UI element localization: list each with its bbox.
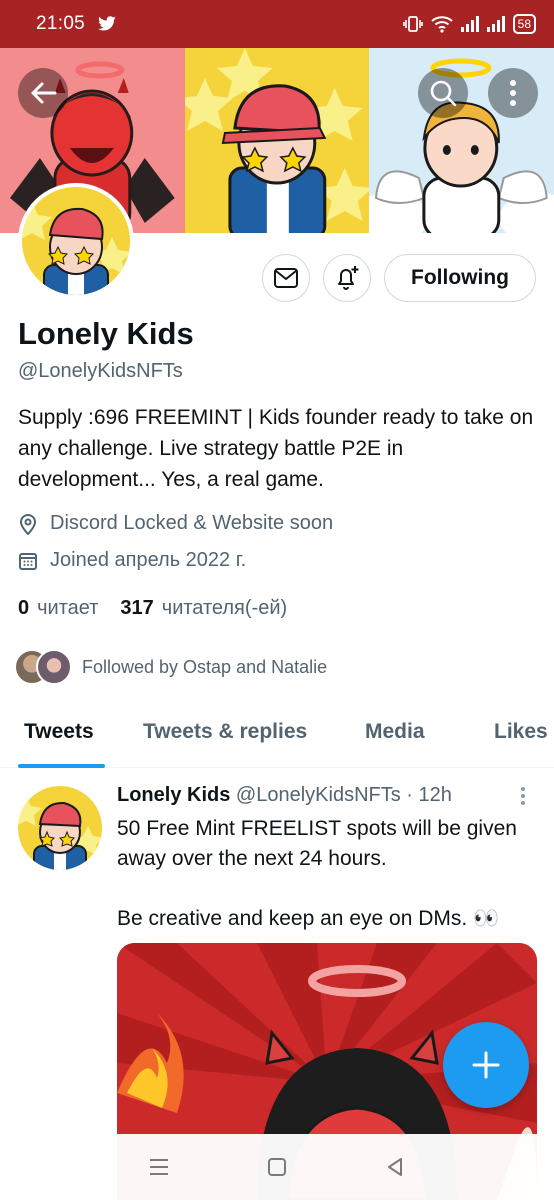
profile-name: Lonely Kids [18,316,194,351]
tweet-avatar[interactable] [18,786,102,870]
notifications-button[interactable] [323,254,371,302]
following-label: читает [37,597,99,619]
tweet-text: 50 Free Mint FREELIST spots will be give… [117,817,517,930]
tab-likes[interactable]: Likes [494,720,548,744]
twitter-icon [98,16,116,31]
following-button[interactable]: Following [384,254,536,302]
tab-media[interactable]: Media [365,720,425,744]
more-vertical-icon [510,80,516,106]
compose-tweet-button[interactable] [443,1022,529,1108]
profile-location: Discord Locked & Website soon [50,512,334,534]
arrow-left-icon [31,82,57,104]
status-bar: 21:05 58 [0,0,554,48]
tweet-separator: · [406,784,413,806]
back-triangle-icon[interactable] [384,1156,406,1178]
system-nav-bar [0,1134,554,1200]
signal-icon [486,16,505,32]
vibrate-icon [402,16,423,32]
mail-icon [274,268,298,288]
profile-bio: Supply :696 FREEMINT | Kids founder read… [18,406,534,491]
wifi-icon [430,16,453,33]
tweet-author-name[interactable]: Lonely Kids [117,784,230,806]
banner-kid-panel [184,48,370,233]
avatar [36,649,72,685]
calendar-icon [19,552,37,570]
tab-tweets-replies[interactable]: Tweets & replies [143,720,307,744]
followed-by[interactable]: Followed by Ostap and Natalie [14,649,327,685]
message-button[interactable] [262,254,310,302]
profile-tabs: Tweets Tweets & replies Media Likes [0,700,554,768]
signal-icon [460,16,479,32]
following-link[interactable]: 0 читает [18,597,98,620]
more-options-button[interactable] [488,68,538,118]
menu-icon[interactable] [148,1157,170,1177]
follow-counts: 0 читает 317 читателя(-ей) [18,597,287,620]
search-button[interactable] [418,68,468,118]
location-row: Discord Locked & Website soon [18,512,333,535]
battery-level: 58 [517,17,531,31]
battery-icon: 58 [512,14,536,34]
search-icon [430,80,457,107]
tab-tweets[interactable]: Tweets [24,720,94,744]
back-button[interactable] [18,68,68,118]
followers-label: читателя(-ей) [161,597,288,619]
profile-handle: @LonelyKidsNFTs [18,360,183,382]
bell-plus-icon [338,266,359,290]
followers-link[interactable]: 317 читателя(-ей) [120,597,287,620]
profile-joined: Joined апрель 2022 г. [50,549,247,571]
home-square-icon[interactable] [266,1156,288,1178]
location-pin-icon [19,513,37,535]
joined-row: Joined апрель 2022 г. [18,549,246,572]
tweet-header: Lonely Kids @LonelyKidsNFTs · 12h [117,784,452,807]
plus-icon [472,1051,500,1079]
active-tab-indicator [18,764,105,768]
status-time: 21:05 [36,13,86,34]
followed-by-text: Followed by Ostap and Natalie [82,656,328,677]
profile-avatar[interactable] [18,183,134,299]
followers-count: 317 [120,597,154,619]
following-count: 0 [18,597,30,619]
tweet-author-handle[interactable]: @LonelyKidsNFTs [236,784,401,806]
tweet-time[interactable]: 12h [419,784,452,806]
tweet-more-button[interactable] [514,782,532,810]
